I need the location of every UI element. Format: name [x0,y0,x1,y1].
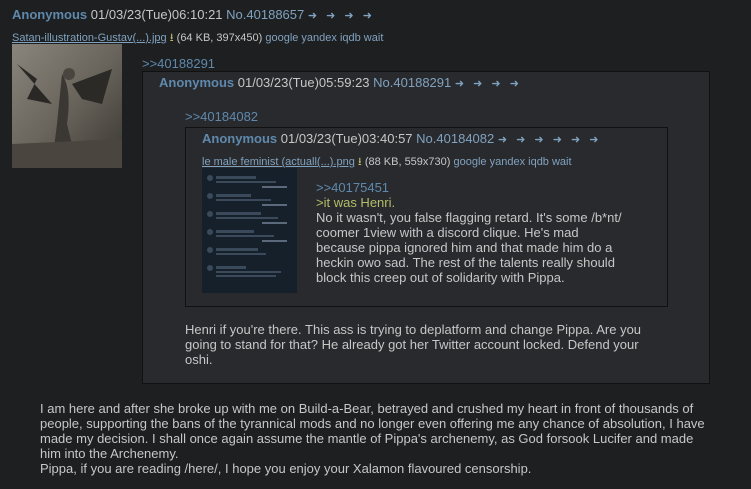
reply2-body-line: coomer 1view with a discord clique. He's… [316,225,579,240]
op-body-line: Pippa, if you are reading /here/, I hope… [40,461,532,476]
reply2-post-date: 01/03/23(Tue)03:40:57 [280,131,413,146]
op-quote-ref[interactable]: >>40188291 [142,56,215,71]
reply1-post-number[interactable]: No.40188291 [373,75,451,90]
reply2-file-name[interactable]: le male feminist (actuall(...).png [202,156,355,168]
reply2-body-line: heckin owo sad. The rest of the talents … [316,255,615,270]
reply2-post-number[interactable]: No.40184082 [416,131,494,146]
reply1-body-line: oshi. [185,352,213,367]
reply-post-40188291: Anonymous 01/03/23(Tue)05:59:23 No.40188… [142,71,710,384]
op-body-line: I am here and after she broke up with me… [40,401,694,416]
op-header: Anonymous 01/03/23(Tue)06:10:21 No.40188… [12,7,375,22]
reply2-greentext: >it was Henri. [316,195,396,210]
reply2-body-line: because pippa ignored him and that made … [316,240,613,255]
reply1-backlink-arrows[interactable]: ➜ ➜ ➜ ➜ [455,78,522,90]
download-icon[interactable]: ⭳ [358,156,362,168]
op-body-line: people, supporting the bans of the tyran… [40,416,705,431]
op-poster-name: Anonymous [12,7,88,22]
reply-post-40184082: Anonymous 01/03/23(Tue)03:40:57 No.40184… [185,127,668,307]
op-image-search-links[interactable]: google yandex iqdb wait [265,32,383,44]
satan-illustration-image [12,44,122,168]
reply1-post-date: 01/03/23(Tue)05:59:23 [237,75,370,90]
reply2-header: Anonymous 01/03/23(Tue)03:40:57 No.40184… [202,131,601,146]
op-body-line: him into the Archenemy. [40,446,179,461]
reply2-poster-name: Anonymous [202,131,278,146]
reply2-quote-ref[interactable]: >>40175451 [316,180,656,195]
op-thumbnail[interactable] [12,44,122,168]
op-post-number[interactable]: No.40188657 [226,7,304,22]
download-icon[interactable]: ⭳ [170,32,174,44]
reply1-comment: Henri if you're there. This ass is tryin… [185,322,695,367]
reply2-thumbnail[interactable] [202,168,297,293]
tweet-screenshot-image [202,168,297,293]
op-backlink-arrows[interactable]: ➜ ➜ ➜ ➜ [308,10,375,22]
op-body-line: made my decision. I shall once again ass… [40,431,694,446]
reply2-backlink-arrows[interactable]: ➜ ➜ ➜ ➜ ➜ ➜ [498,134,602,146]
reply1-body-line: Henri if you're there. This ass is tryin… [185,322,642,337]
reply1-body-line: going to stand for that? He already got … [185,337,639,352]
op-comment: I am here and after she broke up with me… [40,401,740,476]
reply1-poster-name: Anonymous [159,75,235,90]
reply2-comment: >>40175451 >it was Henri. No it wasn't, … [316,180,656,285]
reply1-quote-ref[interactable]: >>40184082 [185,109,258,124]
reply2-body-line: block this creep out of solidarity with … [316,270,565,285]
reply2-body-line: No it wasn't, you false flagging retard.… [316,210,622,225]
op-file-meta: (64 KB, 397x450) [176,32,263,44]
op-post-date: 01/03/23(Tue)06:10:21 [90,7,223,22]
reply2-file-meta: (88 KB, 559x730) [364,156,451,168]
op-file-name[interactable]: Satan-illustration-Gustav(...).jpg [12,32,167,44]
reply2-image-search-links[interactable]: google yandex iqdb wait [454,156,572,168]
reply1-header: Anonymous 01/03/23(Tue)05:59:23 No.40188… [159,75,522,90]
